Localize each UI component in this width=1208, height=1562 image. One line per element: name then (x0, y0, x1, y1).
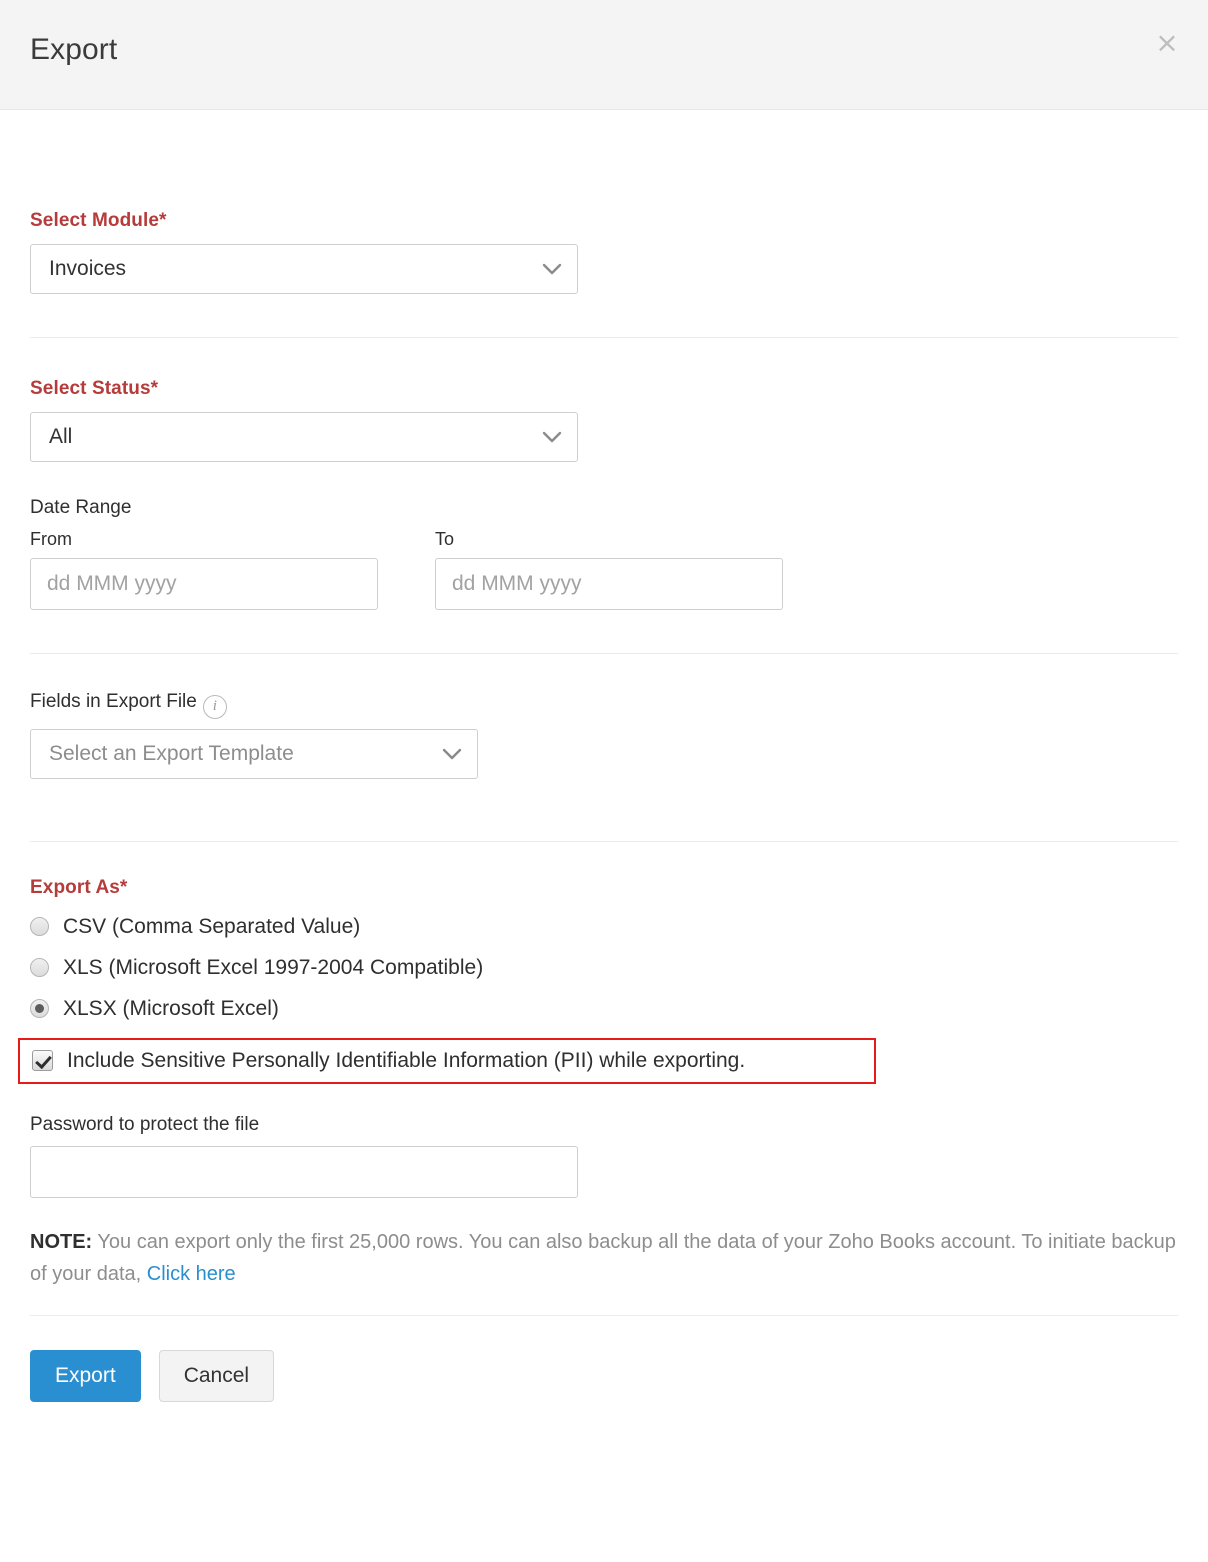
date-to-input[interactable] (435, 558, 783, 610)
radio-option-csv[interactable]: CSV (Comma Separated Value) (30, 915, 1178, 939)
radio-icon[interactable] (30, 917, 49, 936)
export-template-dropdown[interactable]: Select an Export Template (30, 729, 478, 779)
select-module-label: Select Module* (30, 210, 1178, 232)
radio-icon[interactable] (30, 958, 49, 977)
fields-in-export-section: Fields in Export File i Select an Export … (30, 654, 1178, 779)
date-range-section: Date Range From To (30, 462, 1178, 610)
radio-label-xlsx: XLSX (Microsoft Excel) (63, 997, 279, 1021)
date-range-row: From To (30, 529, 1178, 610)
radio-label-csv: CSV (Comma Separated Value) (63, 915, 360, 939)
select-module-section: Select Module* Invoices (30, 110, 1178, 294)
note-text: NOTE: You can export only the first 25,0… (30, 1226, 1178, 1291)
close-icon[interactable]: × (1150, 26, 1184, 60)
select-status-value[interactable]: All (30, 412, 578, 462)
select-status-section: Select Status* All (30, 338, 1178, 462)
modal-header: Export × (0, 0, 1208, 110)
radio-option-xls[interactable]: XLS (Microsoft Excel 1997-2004 Compatibl… (30, 956, 1178, 980)
date-range-label: Date Range (30, 497, 1178, 519)
password-input[interactable] (30, 1146, 578, 1198)
note-section: NOTE: You can export only the first 25,0… (30, 1198, 1178, 1291)
radio-option-xlsx[interactable]: XLSX (Microsoft Excel) (30, 997, 1178, 1021)
pii-label: Include Sensitive Personally Identifiabl… (67, 1049, 745, 1073)
backup-click-here-link[interactable]: Click here (147, 1263, 236, 1285)
date-to-group: To (435, 529, 783, 610)
radio-label-xls: XLS (Microsoft Excel 1997-2004 Compatibl… (63, 956, 483, 980)
radio-icon-selected[interactable] (30, 999, 49, 1018)
date-to-label: To (435, 529, 783, 550)
export-template-value[interactable]: Select an Export Template (30, 729, 478, 779)
export-button[interactable]: Export (30, 1350, 141, 1402)
pii-checkbox[interactable] (32, 1050, 53, 1071)
export-as-section: Export As* CSV (Comma Separated Value) X… (30, 842, 1178, 1084)
export-as-label: Export As* (30, 877, 1178, 899)
date-from-group: From (30, 529, 378, 610)
cancel-button[interactable]: Cancel (159, 1350, 274, 1402)
note-prefix: NOTE: (30, 1231, 92, 1253)
select-module-dropdown[interactable]: Invoices (30, 244, 578, 294)
date-from-label: From (30, 529, 378, 550)
select-status-dropdown[interactable]: All (30, 412, 578, 462)
pii-highlight-box: Include Sensitive Personally Identifiabl… (18, 1038, 876, 1084)
date-from-input[interactable] (30, 558, 378, 610)
password-label: Password to protect the file (30, 1114, 1178, 1136)
select-status-label: Select Status* (30, 378, 1178, 400)
password-section: Password to protect the file (30, 1084, 1178, 1198)
form-actions: Export Cancel (30, 1316, 1178, 1402)
info-icon[interactable]: i (203, 695, 227, 719)
page-title: Export (30, 33, 117, 67)
select-module-value[interactable]: Invoices (30, 244, 578, 294)
fields-in-export-label: Fields in Export File i (30, 691, 1178, 719)
export-form: Select Module* Invoices Select Status* A… (0, 110, 1208, 1402)
fields-in-export-text: Fields in Export File (30, 691, 197, 712)
